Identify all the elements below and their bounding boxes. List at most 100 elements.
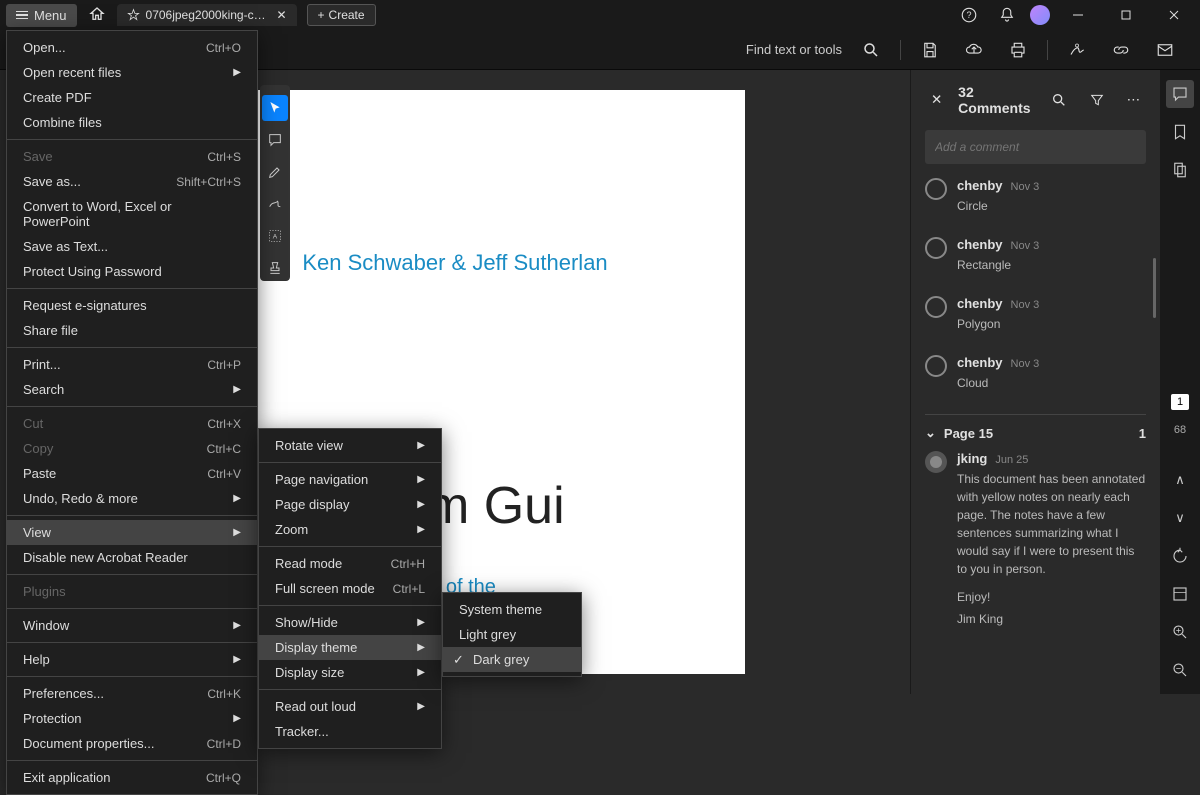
main-menu-item[interactable]: Create PDF — [7, 85, 257, 110]
page-divider-count: 1 — [1139, 426, 1146, 441]
comment-text: Enjoy! — [957, 588, 1146, 606]
view-menu-item[interactable]: Tracker... — [259, 719, 441, 744]
scrollbar-thumb[interactable] — [1153, 258, 1156, 318]
help-button[interactable]: ? — [954, 0, 984, 30]
view-menu-item[interactable]: Page display▶ — [259, 492, 441, 517]
rail-up-button[interactable]: ∧ — [1166, 466, 1194, 494]
main-menu-item[interactable]: Convert to Word, Excel or PowerPoint — [7, 194, 257, 234]
tab-close-button[interactable]: ✕ — [276, 8, 286, 22]
sign-button[interactable] — [1062, 35, 1092, 65]
main-menu-item[interactable]: Save as...Shift+Ctrl+S — [7, 169, 257, 194]
rail-down-button[interactable]: ∨ — [1166, 504, 1194, 532]
draw-tool[interactable] — [262, 191, 288, 217]
theme-menu-item[interactable]: System theme — [443, 597, 581, 622]
maximize-icon — [1120, 9, 1132, 21]
view-menu-item[interactable]: Read out loud▶ — [259, 694, 441, 719]
comment-item[interactable]: jkingJun 25 This document has been annot… — [925, 451, 1146, 628]
main-menu-item[interactable]: Document properties...Ctrl+D — [7, 731, 257, 756]
rail-pages-button[interactable] — [1166, 156, 1194, 184]
create-button[interactable]: + Create — [307, 4, 376, 26]
main-menu-item[interactable]: View▶ — [7, 520, 257, 545]
view-menu-item[interactable]: Display theme▶ — [259, 635, 441, 660]
comments-list[interactable]: chenbyNov 3 Circle chenbyNov 3 Rectangle… — [911, 178, 1160, 694]
main-menu-item[interactable]: Exit applicationCtrl+Q — [7, 765, 257, 790]
main-menu-item: CopyCtrl+C — [7, 436, 257, 461]
document-tab[interactable]: 0706jpeg2000king-com... ✕ — [117, 4, 297, 26]
main-menu-item[interactable]: Disable new Acrobat Reader — [7, 545, 257, 570]
rail-fit-button[interactable] — [1166, 580, 1194, 608]
comment-date: Nov 3 — [1011, 240, 1040, 252]
cursor-icon — [267, 100, 283, 116]
main-menu-item[interactable]: Combine files — [7, 110, 257, 135]
main-menu-item[interactable]: Help▶ — [7, 647, 257, 672]
highlight-tool[interactable] — [262, 159, 288, 185]
filter-comments-button[interactable] — [1083, 86, 1111, 114]
tab-title: 0706jpeg2000king-com... — [146, 8, 271, 22]
view-menu-item[interactable]: Zoom▶ — [259, 517, 441, 542]
main-menu-item[interactable]: Protection▶ — [7, 706, 257, 731]
view-menu-item[interactable]: Show/Hide▶ — [259, 610, 441, 635]
menu-shortcut: Ctrl+O — [206, 41, 241, 55]
main-menu-item[interactable]: Undo, Redo & more▶ — [7, 486, 257, 511]
view-menu-item[interactable]: Full screen modeCtrl+L — [259, 576, 441, 601]
chevron-right-icon: ▶ — [233, 654, 241, 665]
page-divider[interactable]: ⌄ Page 15 1 — [925, 414, 1146, 441]
rail-zoom-in-button[interactable] — [1166, 618, 1194, 646]
add-comment-input[interactable] — [925, 130, 1146, 164]
menu-item-label: Light grey — [459, 627, 516, 642]
view-menu-item[interactable]: Page navigation▶ — [259, 467, 441, 492]
comment-tool[interactable] — [262, 127, 288, 153]
search-comments-button[interactable] — [1045, 86, 1073, 114]
save-button[interactable] — [915, 35, 945, 65]
rail-bookmark-button[interactable] — [1166, 118, 1194, 146]
stamp-tool[interactable] — [262, 255, 288, 281]
more-comments-button[interactable]: ⋯ — [1121, 86, 1146, 114]
text-tool[interactable]: A — [262, 223, 288, 249]
theme-menu-item[interactable]: ✓Dark grey — [443, 647, 581, 672]
menu-item-label: Convert to Word, Excel or PowerPoint — [23, 199, 241, 229]
view-menu-item[interactable]: Display size▶ — [259, 660, 441, 685]
view-menu-item[interactable]: Read modeCtrl+H — [259, 551, 441, 576]
main-menu-item[interactable]: Open recent files▶ — [7, 60, 257, 85]
minimize-button[interactable] — [1058, 0, 1098, 30]
page-current[interactable]: 1 — [1171, 394, 1189, 410]
main-menu-item[interactable]: Share file — [7, 318, 257, 343]
print-button[interactable] — [1003, 35, 1033, 65]
menu-item-label: Exit application — [23, 770, 110, 785]
tool-sidebar: A — [260, 85, 290, 281]
comment-item[interactable]: chenbyNov 3 Circle — [925, 178, 1146, 215]
main-menu-item[interactable]: Open...Ctrl+O — [7, 35, 257, 60]
comment-item[interactable]: chenbyNov 3 Polygon — [925, 296, 1146, 333]
view-menu-item[interactable]: Rotate view▶ — [259, 433, 441, 458]
main-menu-item[interactable]: PasteCtrl+V — [7, 461, 257, 486]
rail-rotate-button[interactable] — [1166, 542, 1194, 570]
maximize-button[interactable] — [1106, 0, 1146, 30]
comment-author: chenby — [957, 178, 1003, 193]
rail-comments-button[interactable] — [1166, 80, 1194, 108]
chevron-right-icon: ▶ — [417, 642, 425, 653]
notifications-button[interactable] — [992, 0, 1022, 30]
home-button[interactable] — [81, 0, 113, 31]
rail-zoom-out-button[interactable] — [1166, 656, 1194, 684]
menu-button[interactable]: Menu — [6, 4, 77, 27]
theme-menu-item[interactable]: Light grey — [443, 622, 581, 647]
search-button[interactable] — [856, 35, 886, 65]
create-label: Create — [329, 8, 365, 22]
main-menu-item[interactable]: Search▶ — [7, 377, 257, 402]
comment-item[interactable]: chenbyNov 3 Cloud — [925, 355, 1146, 392]
select-tool[interactable] — [262, 95, 288, 121]
main-menu-item[interactable]: Print...Ctrl+P — [7, 352, 257, 377]
cloud-button[interactable] — [959, 35, 989, 65]
link-button[interactable] — [1106, 35, 1136, 65]
comment-item[interactable]: chenbyNov 3 Rectangle — [925, 237, 1146, 274]
stamp-icon — [267, 260, 283, 276]
main-menu-item[interactable]: Request e-signatures — [7, 293, 257, 318]
menu-item-label: Save as Text... — [23, 239, 108, 254]
main-menu-item[interactable]: Save as Text... — [7, 234, 257, 259]
avatar[interactable] — [1030, 5, 1050, 25]
main-menu-item[interactable]: Protect Using Password — [7, 259, 257, 284]
close-comments-button[interactable]: ✕ — [925, 86, 948, 114]
main-menu-item[interactable]: Window▶ — [7, 613, 257, 638]
email-button[interactable] — [1150, 35, 1180, 65]
close-window-button[interactable] — [1154, 0, 1194, 30]
